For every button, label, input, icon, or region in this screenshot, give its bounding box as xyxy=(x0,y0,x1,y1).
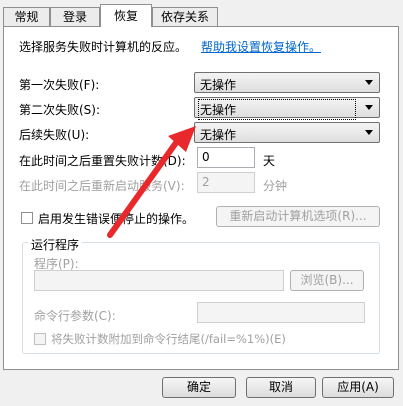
tab-label: 恢复 xyxy=(113,9,138,23)
annotation-arrow-icon xyxy=(107,126,196,238)
tab-recovery[interactable]: 恢复 xyxy=(100,4,152,27)
